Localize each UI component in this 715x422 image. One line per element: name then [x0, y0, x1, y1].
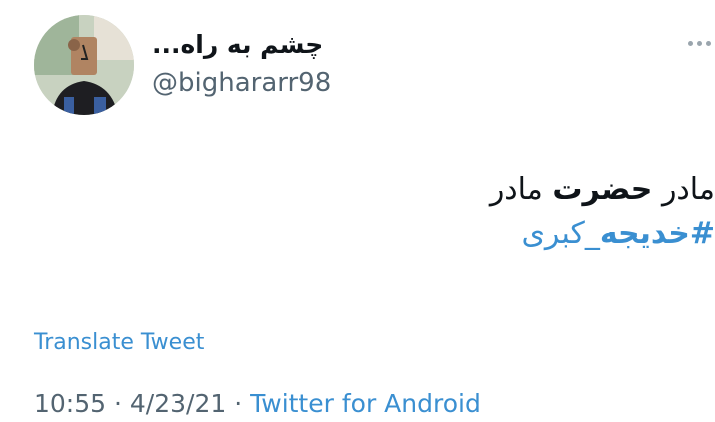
hashtag-hash: #	[689, 216, 715, 251]
more-options-button[interactable]	[682, 28, 715, 58]
tweet-text: مادر حضرت مادر #خدیجه_کبری	[115, 168, 715, 256]
tweet-line-1: مادر حضرت مادر	[115, 168, 715, 212]
tweet-source-link[interactable]: Twitter for Android	[250, 389, 481, 418]
separator: ·	[106, 389, 130, 418]
tweet-text-part: مادر	[652, 172, 715, 207]
more-options-icon	[687, 40, 711, 46]
separator: ·	[226, 389, 251, 418]
profile-photo-icon	[34, 15, 134, 115]
tweet-metadata: 10:55 · 4/23/21 · Twitter for Android	[34, 389, 481, 418]
tweet-text-part: مادر	[489, 172, 553, 207]
author-handle[interactable]: @bighararr98	[152, 68, 331, 98]
author-display-name[interactable]: چشم به راه...	[152, 30, 323, 59]
tweet-header: چشم به راه... @bighararr98	[0, 0, 715, 130]
tweet-date[interactable]: 4/23/21	[130, 389, 226, 418]
avatar[interactable]	[34, 15, 134, 115]
hashtag-rest: _کبری	[521, 216, 600, 251]
hashtag-link[interactable]: #خدیجه_کبری	[115, 212, 715, 256]
translate-tweet-link[interactable]: Translate Tweet	[34, 330, 204, 355]
tweet-time[interactable]: 10:55	[34, 389, 106, 418]
hashtag-bold: خدیجه	[599, 216, 690, 251]
tweet-text-bold: حضرت	[552, 172, 653, 207]
